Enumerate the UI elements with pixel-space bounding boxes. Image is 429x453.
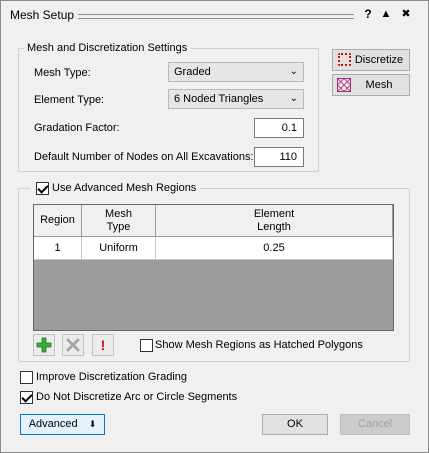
help-icon[interactable]: ? (360, 6, 376, 22)
delete-icon (66, 338, 80, 352)
advanced-label: Advanced (28, 418, 78, 430)
col-header-region[interactable]: Region (34, 205, 82, 237)
ok-button[interactable]: OK (262, 414, 328, 435)
use-advanced-regions-checkbox[interactable] (36, 182, 49, 195)
delete-region-button[interactable] (62, 334, 84, 356)
no-discretize-arcs-checkbox[interactable] (20, 391, 33, 404)
element-type-select[interactable]: 6 Noded Triangles ⌄ (168, 89, 304, 109)
show-hatched-checkbox[interactable] (140, 339, 153, 352)
no-discretize-arcs-label: Do Not Discretize Arc or Circle Segments (36, 391, 238, 403)
close-icon[interactable]: ✖ (398, 6, 414, 22)
default-nodes-label: Default Number of Nodes on All Excavatio… (34, 151, 254, 163)
mesh-type-value: Graded (174, 66, 211, 78)
discretize-button[interactable]: Discretize (332, 49, 410, 71)
mesh-label: Mesh (365, 79, 393, 91)
col-header-element-length[interactable]: Element Length (156, 205, 393, 237)
element-type-value: 6 Noded Triangles (174, 93, 264, 105)
double-chevron-down-icon: ⬇ (88, 419, 97, 429)
table-cell-mesh-type[interactable]: Uniform (82, 237, 156, 260)
show-hatched-label: Show Mesh Regions as Hatched Polygons (155, 339, 363, 351)
advanced-button[interactable]: Advanced ⬇ (20, 414, 105, 435)
collapse-icon[interactable]: ▲ (378, 6, 394, 22)
col-header-mesh-type[interactable]: Mesh Type (82, 205, 156, 237)
element-type-label: Element Type: (34, 94, 105, 106)
chevron-down-icon: ⌄ (289, 93, 298, 104)
chevron-down-icon: ⌄ (289, 66, 298, 77)
mesh-type-label: Mesh Type: (34, 67, 91, 79)
exclamation-icon: ! (100, 337, 106, 353)
mesh-icon (337, 78, 351, 92)
default-nodes-input[interactable]: 110 (254, 147, 304, 167)
warning-button[interactable]: ! (92, 334, 114, 356)
improve-grading-checkbox[interactable] (20, 371, 33, 384)
mesh-type-select[interactable]: Graded ⌄ (168, 62, 304, 82)
discretize-icon (338, 53, 351, 66)
cancel-button[interactable]: Cancel (340, 414, 410, 435)
gradation-factor-input[interactable]: 0.1 (254, 118, 304, 138)
mesh-regions-table: Region Mesh Type Element Length 1 Unifor… (33, 204, 394, 331)
table-cell-region[interactable]: 1 (34, 237, 82, 260)
add-region-button[interactable] (33, 334, 55, 356)
improve-grading-label: Improve Discretization Grading (36, 371, 188, 383)
window-title: Mesh Setup (10, 8, 75, 22)
use-advanced-regions-label: Use Advanced Mesh Regions (52, 182, 197, 194)
table-cell-element-length[interactable]: 0.25 (156, 237, 393, 260)
add-icon (36, 337, 52, 353)
title-drag-bar[interactable] (78, 14, 354, 19)
settings-group-title: Mesh and Discretization Settings (24, 42, 191, 54)
mesh-button[interactable]: Mesh (332, 74, 410, 96)
gradation-factor-label: Gradation Factor: (34, 122, 120, 134)
